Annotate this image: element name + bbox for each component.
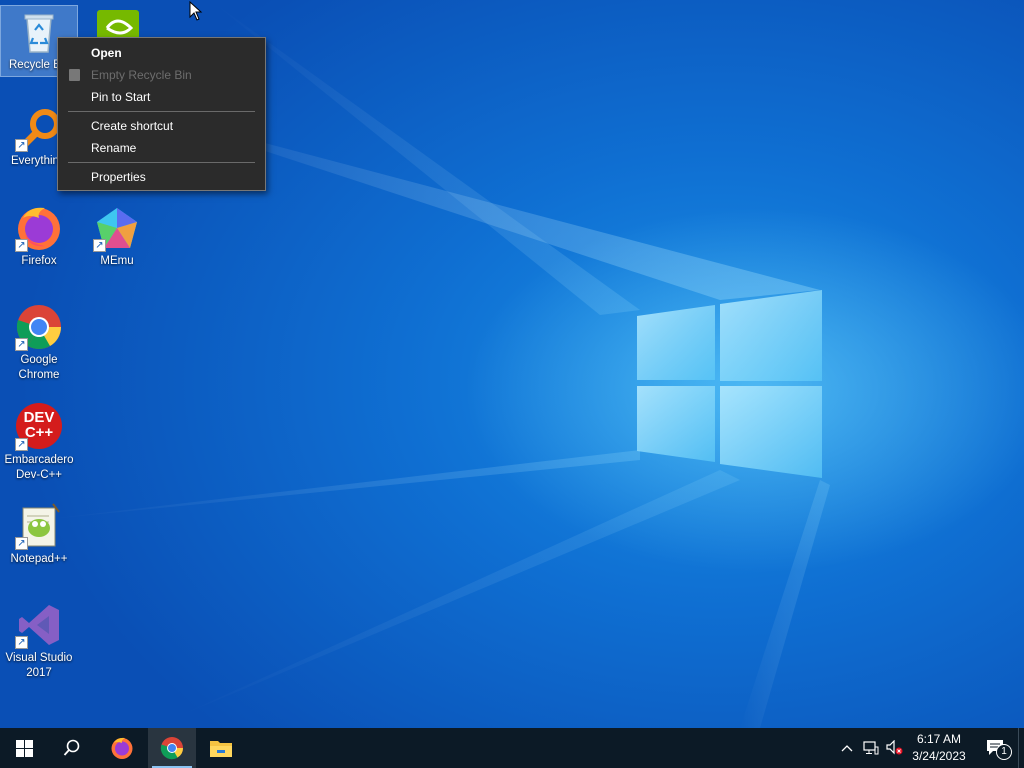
desktop-icon-memu[interactable]: ↗ MEmu: [79, 204, 155, 269]
everything-search-icon: ↗: [15, 104, 63, 152]
notepadpp-label: Notepad++: [10, 553, 68, 565]
show-desktop-button[interactable]: [1018, 728, 1024, 768]
firefox-icon: ↗: [15, 204, 63, 252]
notification-badge: 1: [996, 744, 1012, 760]
nvidia-icon: [93, 8, 141, 38]
menu-separator: [68, 162, 255, 163]
devcpp-glyph-top: DEV: [23, 409, 55, 426]
shortcut-arrow-icon: ↗: [15, 338, 28, 351]
search-button[interactable]: [48, 728, 96, 768]
start-icon: [15, 739, 33, 757]
devcpp-label-line2: Dev-C++: [15, 469, 63, 481]
clock-date: 3/24/2023: [912, 749, 966, 763]
file-explorer-icon: [210, 741, 232, 757]
taskbar: 6:17 AM 3/24/2023 1: [0, 728, 1024, 768]
desktop-icon-chrome[interactable]: ↗ Google Chrome: [1, 303, 77, 383]
taskbar-firefox[interactable]: [98, 728, 146, 768]
memu-icon: ↗: [93, 204, 141, 252]
clock-time: 6:17 AM: [916, 732, 962, 746]
notification-count: 1: [1001, 746, 1007, 757]
chevron-up-icon: [841, 745, 853, 752]
desktop-icon-nvidia[interactable]: [79, 6, 155, 38]
chrome-label-line1: Google: [20, 354, 58, 366]
memu-label: MEmu: [100, 255, 134, 267]
vs-label-line2: 2017: [26, 667, 52, 679]
mouse-cursor-icon: [189, 1, 203, 21]
action-center-button[interactable]: 1: [976, 728, 1016, 768]
menu-item-pin-to-start[interactable]: Pin to Start: [58, 86, 265, 108]
firefox-icon: [111, 737, 133, 759]
volume-muted-icon: [886, 740, 903, 755]
menu-item-open[interactable]: Open: [58, 42, 265, 64]
notepadpp-icon: ↗: [15, 502, 63, 550]
menu-item-empty-recycle-bin[interactable]: Empty Recycle Bin: [58, 64, 265, 86]
vs-label-line1: Visual Studio: [5, 652, 73, 664]
chrome-icon: ↗: [15, 303, 63, 351]
start-button[interactable]: [0, 728, 48, 768]
shortcut-arrow-icon: ↗: [15, 636, 28, 649]
shortcut-arrow-icon: ↗: [15, 139, 28, 152]
volume-button[interactable]: [884, 728, 906, 768]
shortcut-arrow-icon: ↗: [15, 239, 28, 252]
desktop-icon-visual-studio[interactable]: ↗ Visual Studio 2017: [1, 601, 77, 681]
chrome-icon: [160, 737, 183, 760]
menu-separator: [68, 111, 255, 112]
chrome-label-line2: Chrome: [18, 369, 60, 381]
shortcut-arrow-icon: ↗: [15, 438, 28, 451]
devcpp-icon: DEV C++ ↗: [15, 403, 63, 451]
windows-logo-wallpaper: [637, 290, 822, 478]
taskbar-chrome[interactable]: [148, 728, 196, 768]
menu-item-create-shortcut[interactable]: Create shortcut: [58, 115, 265, 137]
menu-item-properties[interactable]: Properties: [58, 166, 265, 188]
shortcut-arrow-icon: ↗: [93, 239, 106, 252]
menu-item-rename[interactable]: Rename: [58, 137, 265, 159]
desktop-icon-notepadpp[interactable]: ↗ Notepad++: [1, 502, 77, 567]
recycle-bin-small-icon: [69, 69, 80, 81]
show-hidden-icons-button[interactable]: [836, 728, 858, 768]
network-button[interactable]: [860, 728, 882, 768]
taskbar-file-explorer[interactable]: [197, 728, 245, 768]
desktop-icon-devcpp[interactable]: DEV C++ ↗ Embarcadero Dev-C++: [1, 403, 77, 483]
context-menu: Open Empty Recycle Bin Pin to Start Crea…: [57, 37, 266, 191]
visual-studio-icon: ↗: [15, 601, 63, 649]
network-icon: [863, 741, 879, 755]
recycle-bin-icon: [15, 8, 63, 56]
menu-item-empty-recycle-bin-label: Empty Recycle Bin: [91, 68, 192, 82]
shortcut-arrow-icon: ↗: [15, 537, 28, 550]
clock[interactable]: 6:17 AM 3/24/2023: [908, 728, 970, 768]
firefox-label: Firefox: [21, 255, 57, 267]
devcpp-label-line1: Embarcadero: [4, 454, 74, 466]
desktop-icon-firefox[interactable]: ↗ Firefox: [1, 204, 77, 269]
search-icon: [63, 739, 80, 756]
